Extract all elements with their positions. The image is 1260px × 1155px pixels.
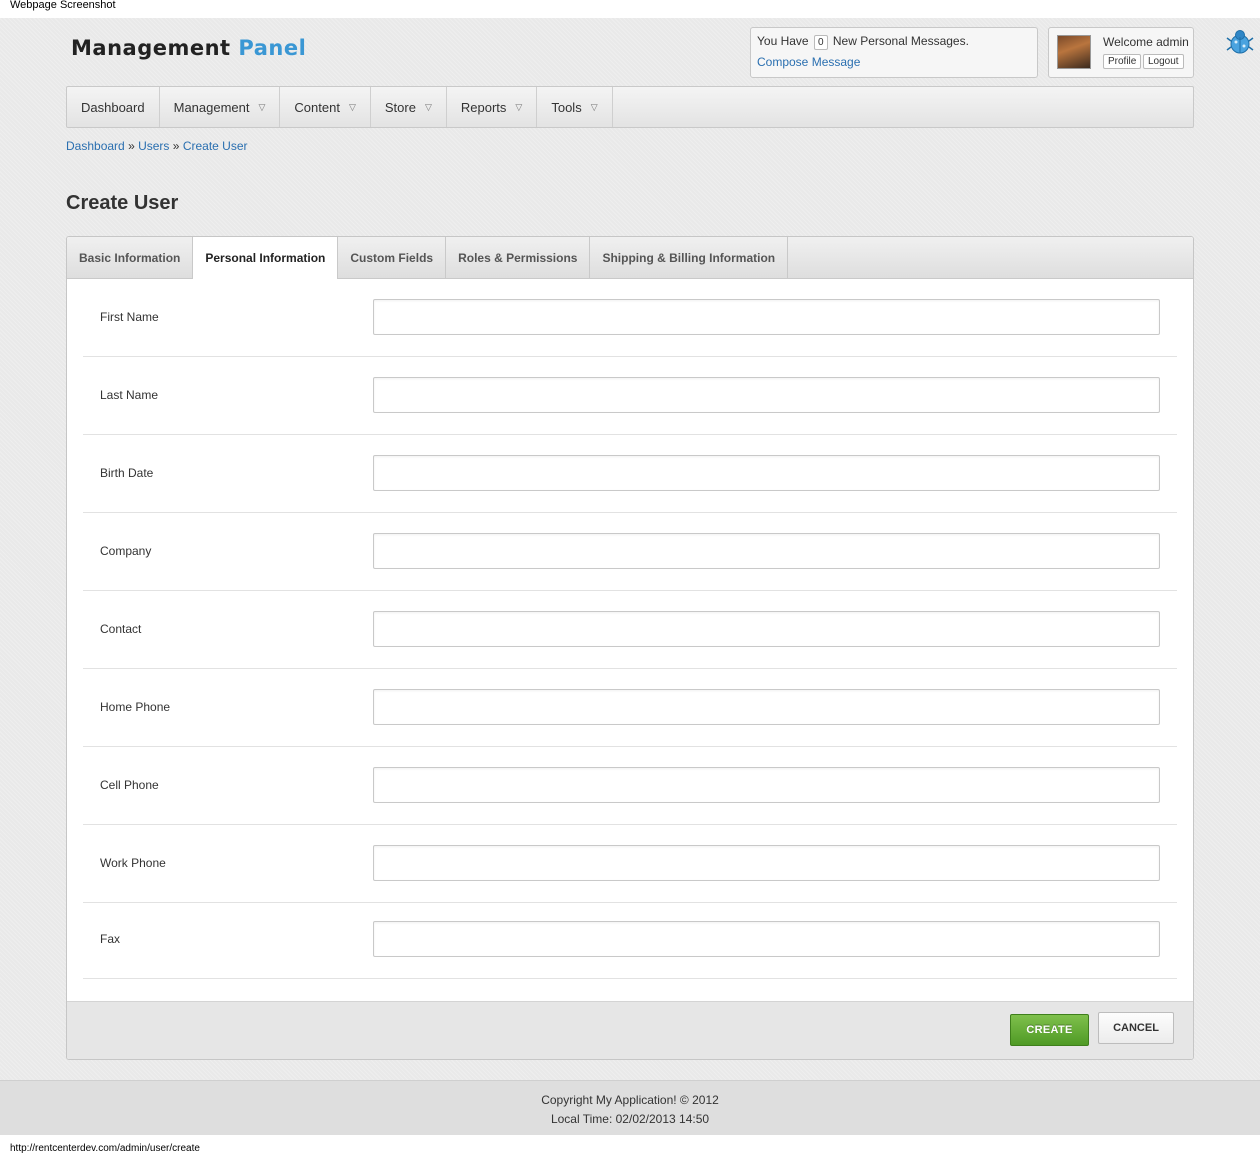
tab-shipping-billing[interactable]: Shipping & Billing Information	[590, 237, 789, 278]
nav-item-tools[interactable]: Tools ▽	[537, 87, 613, 127]
contact-field[interactable]	[373, 611, 1160, 647]
breadcrumb-users[interactable]: Users	[138, 139, 169, 153]
logo-main: Management	[71, 36, 231, 60]
status-bar-url: http://rentcenterdev.com/admin/user/crea…	[0, 1135, 1260, 1155]
form-row-fax: Fax	[83, 901, 1177, 979]
app-logo[interactable]: Management Panel	[71, 36, 306, 60]
breadcrumb: Dashboard » Users » Create User	[66, 139, 248, 153]
contact-label: Contact	[100, 622, 142, 636]
breadcrumb-create-user[interactable]: Create User	[183, 139, 248, 153]
site-footer: Copyright My Application! © 2012 Local T…	[0, 1080, 1260, 1135]
fax-field[interactable]	[373, 921, 1160, 957]
work-phone-field[interactable]	[373, 845, 1160, 881]
last-name-label: Last Name	[100, 388, 159, 402]
cancel-button[interactable]: CANCEL	[1098, 1012, 1174, 1044]
welcome-text: Welcome admin	[1103, 35, 1189, 49]
nav-item-dashboard[interactable]: Dashboard	[67, 87, 160, 127]
form-row-birth-date: Birth Date	[83, 435, 1177, 513]
form-row-first-name: First Name	[83, 279, 1177, 357]
form-row-last-name: Last Name	[83, 357, 1177, 435]
nav-item-reports[interactable]: Reports ▽	[447, 87, 538, 127]
tab-basic-information[interactable]: Basic Information	[67, 237, 194, 278]
profile-button[interactable]: Profile	[1103, 54, 1142, 69]
company-label: Company	[100, 544, 152, 558]
logo-accent: Panel	[238, 36, 307, 60]
avatar[interactable]	[1057, 35, 1091, 69]
form-row-cell-phone: Cell Phone	[83, 747, 1177, 825]
nav-label: Reports	[460, 99, 507, 115]
page-title: Create User	[66, 192, 179, 214]
form-row-home-phone: Home Phone	[83, 669, 1177, 747]
nav-item-store[interactable]: Store ▽	[371, 87, 447, 127]
window-caption: Webpage Screenshot	[0, 0, 1260, 18]
messages-summary: You Have 0 New Personal Messages.	[757, 34, 1031, 50]
cell-phone-field[interactable]	[373, 767, 1160, 803]
form-actions-bar: CREATE CANCEL	[67, 1001, 1193, 1059]
tab-personal-information[interactable]: Personal Information	[193, 237, 339, 279]
breadcrumb-dashboard[interactable]: Dashboard	[66, 139, 125, 153]
compose-message-link[interactable]: Compose Message	[757, 55, 1031, 69]
birth-date-field[interactable]	[373, 455, 1160, 491]
messages-box: You Have 0 New Personal Messages. Compos…	[750, 27, 1038, 78]
chevron-down-icon: ▽	[590, 101, 598, 112]
create-button[interactable]: CREATE	[1010, 1014, 1089, 1046]
form-row-contact: Contact	[83, 591, 1177, 669]
work-phone-label: Work Phone	[100, 856, 166, 870]
messages-prefix: You Have	[757, 34, 809, 48]
user-box: Welcome admin Profile Logout	[1048, 27, 1194, 78]
chevron-down-icon: ▽	[258, 101, 266, 112]
chevron-down-icon: ▽	[515, 101, 523, 112]
first-name-label: First Name	[100, 310, 159, 324]
form-tabs: Basic Information Personal Information C…	[67, 237, 1193, 279]
form-row-company: Company	[83, 513, 1177, 591]
nav-label: Store	[384, 99, 416, 115]
cell-phone-label: Cell Phone	[100, 778, 159, 792]
birth-date-label: Birth Date	[100, 466, 154, 480]
local-time-text: Local Time: 02/02/2013 14:50	[550, 1112, 710, 1126]
form-row-work-phone: Work Phone	[83, 825, 1177, 903]
nav-label: Management	[173, 99, 250, 115]
fax-label: Fax	[100, 932, 121, 946]
breadcrumb-separator: »	[172, 139, 180, 153]
home-phone-field[interactable]	[373, 689, 1160, 725]
chevron-down-icon: ▽	[424, 101, 432, 112]
chevron-down-icon: ▽	[348, 101, 356, 112]
main-nav: Dashboard Management ▽ Content ▽ Store ▽…	[66, 86, 1194, 128]
tab-custom-fields[interactable]: Custom Fields	[338, 237, 447, 278]
company-field[interactable]	[373, 533, 1160, 569]
nav-label: Dashboard	[81, 99, 145, 115]
home-phone-label: Home Phone	[100, 700, 171, 714]
last-name-field[interactable]	[373, 377, 1160, 413]
breadcrumb-separator: »	[128, 139, 135, 153]
logout-button[interactable]: Logout	[1143, 54, 1184, 69]
first-name-field[interactable]	[373, 299, 1160, 335]
tab-roles-permissions[interactable]: Roles & Permissions	[446, 237, 591, 278]
nav-item-management[interactable]: Management ▽	[160, 87, 281, 127]
copyright-text: Copyright My Application! © 2012	[541, 1093, 719, 1107]
nav-item-content[interactable]: Content ▽	[280, 87, 371, 127]
nav-label: Tools	[551, 99, 582, 115]
messages-count-badge[interactable]: 0	[813, 35, 828, 50]
create-user-panel: Basic Information Personal Information C…	[66, 236, 1194, 1060]
messages-suffix: New Personal Messages.	[832, 34, 969, 48]
bug-icon[interactable]	[1226, 28, 1254, 56]
nav-label: Content	[294, 99, 340, 115]
